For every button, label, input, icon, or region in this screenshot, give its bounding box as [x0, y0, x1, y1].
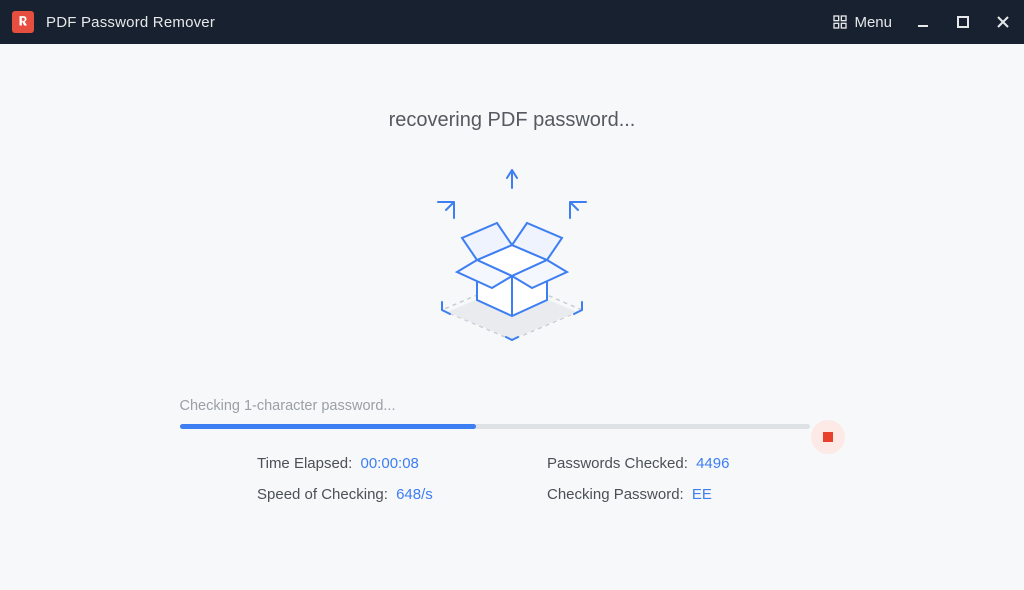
- box-illustration: [382, 160, 642, 370]
- stat-label: Checking Password:: [547, 486, 684, 503]
- status-heading: recovering PDF password...: [0, 109, 1024, 132]
- stat-value: 648/s: [396, 486, 433, 503]
- stat-time-elapsed: Time Elapsed: 00:00:08: [257, 455, 537, 472]
- title-bar: PDF Password Remover Menu: [0, 0, 1024, 44]
- progress-section: Checking 1-character password...: [180, 398, 845, 429]
- stat-passwords-checked: Passwords Checked: 4496: [547, 455, 827, 472]
- app-title: PDF Password Remover: [46, 14, 215, 31]
- minimize-button[interactable]: [914, 13, 932, 31]
- stat-value: 4496: [696, 455, 729, 472]
- progress-status-text: Checking 1-character password...: [180, 398, 845, 414]
- menu-label: Menu: [854, 14, 892, 31]
- stat-value: EE: [692, 486, 712, 503]
- stat-label: Passwords Checked:: [547, 455, 688, 472]
- stat-label: Time Elapsed:: [257, 455, 352, 472]
- stop-icon: [823, 432, 833, 442]
- apps-grid-icon: [832, 14, 848, 30]
- stat-checking-password: Checking Password: EE: [547, 486, 827, 503]
- close-button[interactable]: [994, 13, 1012, 31]
- content-area: recovering PDF password...: [0, 109, 1024, 590]
- progress-fill: [180, 424, 476, 429]
- stats-grid: Time Elapsed: 00:00:08 Passwords Checked…: [197, 455, 827, 503]
- app-logo-icon: [12, 11, 34, 33]
- progress-bar: [180, 424, 810, 429]
- stop-button[interactable]: [811, 420, 845, 454]
- stat-value: 00:00:08: [361, 455, 419, 472]
- stat-speed: Speed of Checking: 648/s: [257, 486, 537, 503]
- menu-button[interactable]: Menu: [832, 14, 892, 31]
- stat-label: Speed of Checking:: [257, 486, 388, 503]
- maximize-button[interactable]: [954, 13, 972, 31]
